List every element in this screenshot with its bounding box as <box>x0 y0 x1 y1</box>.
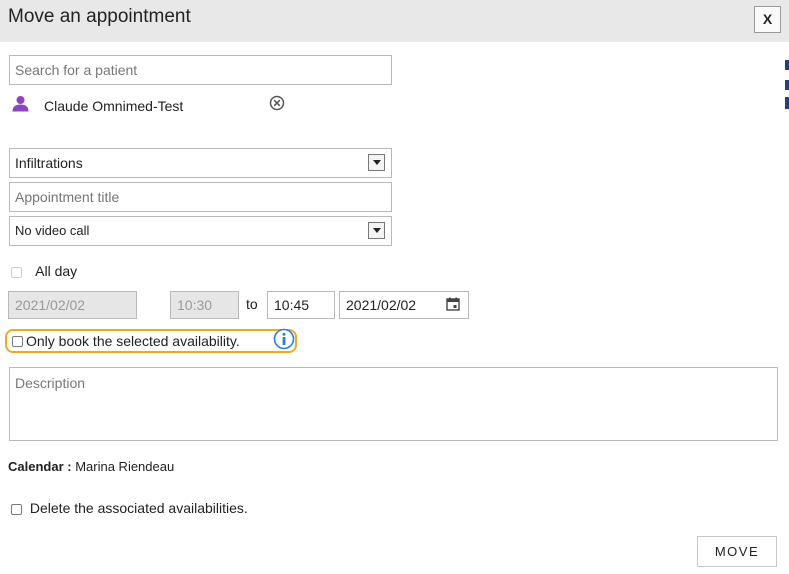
person-icon <box>12 96 29 112</box>
calendar-label: Calendar : <box>8 459 72 474</box>
calendar-icon[interactable] <box>446 297 460 311</box>
appointment-type-value: Infiltrations <box>15 155 83 171</box>
delete-associated-checkbox[interactable] <box>11 503 22 515</box>
to-label: to <box>246 296 258 312</box>
delete-associated-label: Delete the associated availabilities. <box>29 500 248 516</box>
description-placeholder: Description <box>15 375 86 391</box>
start-time-field: 10:30 <box>170 291 239 319</box>
all-day-label: All day <box>35 263 78 279</box>
calendar-info: Calendar : Marina Riendeau <box>8 459 174 474</box>
all-day-row: All day <box>11 263 77 279</box>
only-book-checkbox[interactable] <box>12 336 23 347</box>
dropdown-arrow-icon <box>368 154 385 171</box>
end-date-value: 2021/02/02 <box>346 297 417 313</box>
patient-search-placeholder: Search for a patient <box>15 62 138 78</box>
only-book-option[interactable]: Only book the selected availability. <box>5 328 297 353</box>
appointment-title-placeholder: Appointment title <box>15 189 120 205</box>
patient-search-input[interactable]: Search for a patient <box>9 55 392 85</box>
move-button[interactable]: MOVE <box>697 536 777 567</box>
dropdown-arrow-icon <box>368 222 385 239</box>
delete-associated-row: Delete the associated availabilities. <box>11 500 248 516</box>
background-page-edge <box>785 42 789 574</box>
appointment-title-input[interactable]: Appointment title <box>9 182 392 212</box>
video-call-select[interactable]: No video call <box>9 216 392 246</box>
only-book-label: Only book the selected availability. <box>26 333 240 349</box>
all-day-checkbox[interactable] <box>11 266 22 278</box>
close-button[interactable]: X <box>754 6 781 33</box>
dialog-title: Move an appointment <box>8 6 191 27</box>
video-call-value: No video call <box>15 223 90 238</box>
calendar-value: Marina Riendeau <box>75 459 175 474</box>
info-icon[interactable] <box>273 328 295 350</box>
start-date-field: 2021/02/02 <box>8 291 137 319</box>
appointment-type-select[interactable]: Infiltrations <box>9 148 392 178</box>
end-time-field[interactable]: 10:45 <box>267 291 335 319</box>
remove-patient-icon[interactable] <box>269 95 285 111</box>
description-textarea[interactable]: Description <box>9 367 778 441</box>
dialog-header: Move an appointment X <box>0 0 789 42</box>
patient-name: Claude Omnimed-Test <box>44 98 184 114</box>
